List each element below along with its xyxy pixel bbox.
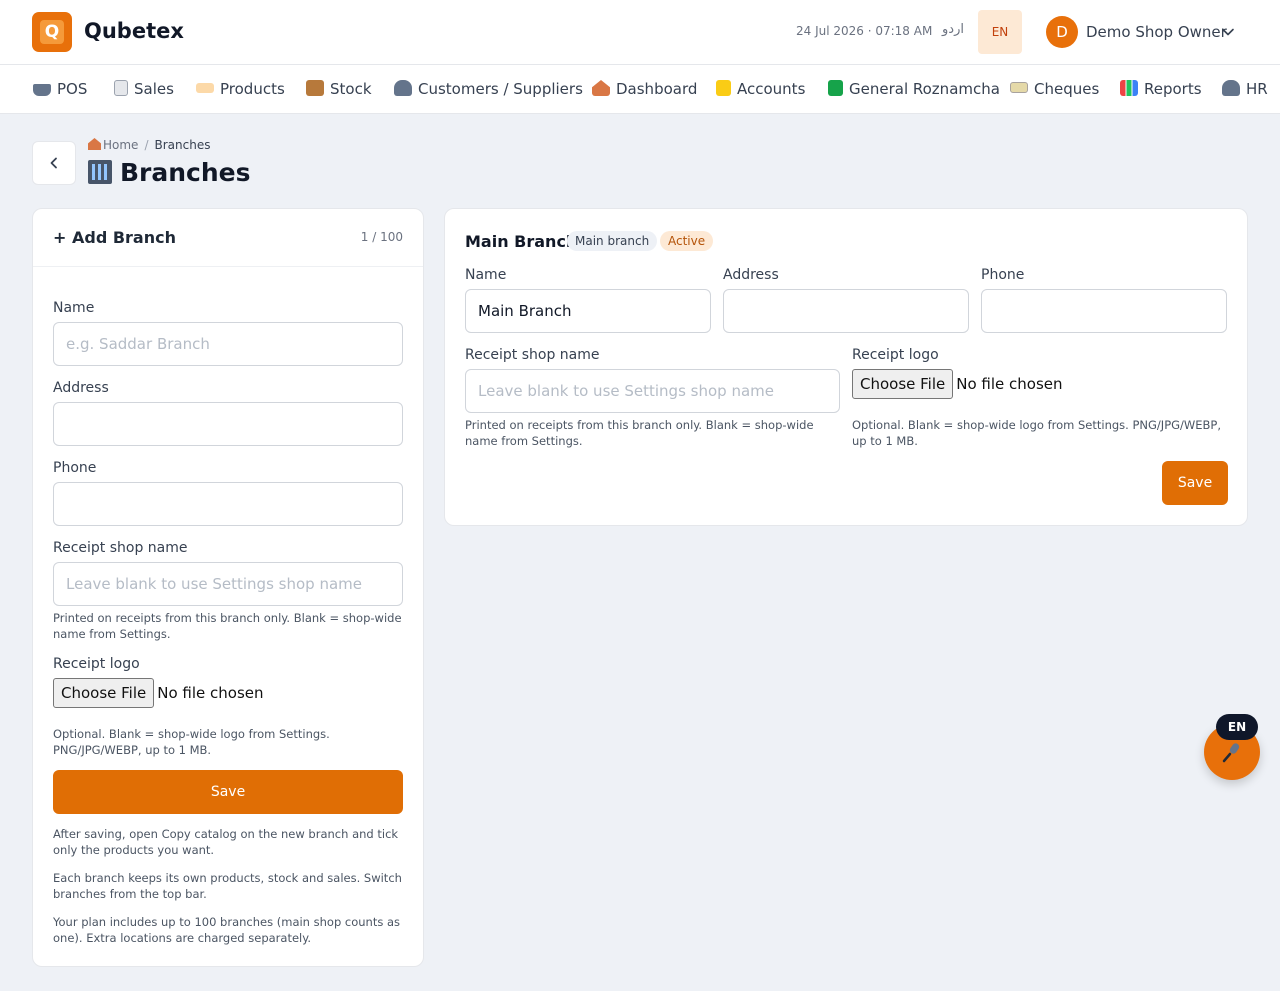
office-building-icon	[88, 160, 112, 184]
top-bar: Q Qubetex 24 Jul 2026 · 07:18 AM اردو EN…	[0, 0, 1280, 65]
avatar[interactable]: D	[1046, 16, 1078, 48]
nav-item-pos[interactable]: POS	[33, 80, 87, 98]
branch-phone-input[interactable]	[981, 289, 1227, 333]
add-branch-card: + Add Branch 1 / 100 Name Address Phone …	[32, 208, 424, 967]
people-icon	[1222, 80, 1240, 96]
user-menu-name[interactable]: Demo Shop Owner	[1086, 23, 1227, 41]
add-branch-title: + Add Branch	[53, 228, 176, 247]
add-branch-header: + Add Branch 1 / 100	[33, 209, 423, 267]
voice-language-badge[interactable]: EN	[1216, 714, 1258, 740]
receipt-logo-file-input[interactable]: Choose File No file chosen	[53, 678, 264, 708]
branch-receipt-shop-input[interactable]	[465, 369, 840, 413]
receipt-icon	[114, 80, 128, 96]
file-status: No file chosen	[157, 684, 264, 702]
new-branch-phone-input[interactable]	[53, 482, 403, 526]
receipt-shop-name-label: Receipt shop name	[53, 540, 188, 556]
page-title: Branches	[120, 158, 251, 187]
receipt-shop-help: Printed on receipts from this branch onl…	[465, 418, 814, 448]
ledger-icon	[716, 80, 731, 96]
receipt-logo-help: Optional. Blank = shop-wide logo from Se…	[852, 418, 1222, 448]
house-icon	[88, 138, 101, 150]
lang-urdu-button[interactable]: اردو	[942, 22, 964, 37]
nav-item-products[interactable]: Products	[196, 80, 285, 98]
app-name: Qubetex	[84, 19, 184, 43]
breadcrumb: Home / Branches	[88, 138, 210, 152]
branch-card-main: Main Branch Main branch Active Name Addr…	[444, 208, 1248, 526]
note-plan-limit: Your plan includes up to 100 branches (m…	[53, 915, 401, 945]
breadcrumb-home[interactable]: Home	[103, 138, 138, 152]
status-badge: Active	[660, 231, 714, 251]
main-nav: POS Sales Products Stock Customers / Sup…	[0, 65, 1280, 114]
note-branch-separation: Each branch keeps its own products, stoc…	[53, 871, 402, 901]
chevron-down-icon[interactable]	[1220, 24, 1236, 40]
cart-icon	[33, 84, 51, 96]
add-branch-save-button[interactable]: Save	[53, 770, 403, 814]
microphone-icon	[1222, 743, 1240, 763]
page-title-wrap: Branches	[88, 158, 251, 187]
choose-file-button[interactable]: Choose File	[852, 369, 954, 399]
nav-item-accounts[interactable]: Accounts	[716, 80, 805, 98]
phone-label: Phone	[981, 267, 1025, 283]
nav-item-hr[interactable]: HR	[1222, 80, 1268, 98]
address-label: Address	[723, 267, 779, 283]
tag-icon	[196, 83, 214, 93]
nav-item-reports[interactable]: Reports	[1120, 80, 1202, 98]
name-label: Name	[465, 267, 507, 283]
new-branch-name-input[interactable]	[53, 322, 403, 366]
app-logo[interactable]: Q	[32, 12, 72, 52]
branch-receipt-logo-file-input[interactable]: Choose File No file chosen	[852, 369, 1063, 399]
receipt-logo-label: Receipt logo	[53, 656, 140, 672]
house-icon	[592, 80, 610, 96]
branch-name-input[interactable]	[465, 289, 711, 333]
nav-item-dashboard[interactable]: Dashboard	[592, 80, 697, 98]
breadcrumb-separator: /	[144, 138, 149, 152]
note-copy-catalog: After saving, open Copy catalog on the n…	[53, 827, 399, 857]
choose-file-button[interactable]: Choose File	[53, 678, 155, 708]
nav-item-stock[interactable]: Stock	[306, 80, 372, 98]
green-book-icon	[828, 80, 843, 96]
bar-chart-icon	[1120, 80, 1138, 96]
box-icon	[306, 80, 324, 96]
branch-save-button[interactable]: Save	[1162, 461, 1228, 505]
address-label: Address	[53, 380, 109, 396]
new-branch-receipt-shop-input[interactable]	[53, 562, 403, 606]
people-icon	[394, 80, 412, 96]
cheque-icon	[1010, 82, 1028, 93]
receipt-logo-help: Optional. Blank = shop-wide logo from Se…	[53, 727, 330, 757]
branch-address-input[interactable]	[723, 289, 969, 333]
receipt-logo-label: Receipt logo	[852, 347, 939, 363]
current-datetime: 24 Jul 2026 · 07:18 AM	[796, 24, 933, 38]
breadcrumb-current: Branches	[154, 138, 211, 152]
receipt-shop-name-label: Receipt shop name	[465, 347, 600, 363]
branch-title: Main Branch	[465, 232, 578, 251]
receipt-shop-help: Printed on receipts from this branch onl…	[53, 611, 402, 641]
logo-letter: Q	[40, 20, 64, 44]
back-button[interactable]	[32, 141, 76, 185]
nav-item-cheques[interactable]: Cheques	[1010, 80, 1099, 98]
lang-english-button[interactable]: EN	[978, 10, 1022, 54]
branch-count: 1 / 100	[360, 230, 403, 244]
new-branch-address-input[interactable]	[53, 402, 403, 446]
nav-item-customers-suppliers[interactable]: Customers / Suppliers	[394, 80, 583, 98]
chevron-left-icon	[50, 157, 57, 169]
nav-item-general-roznamcha[interactable]: General Roznamcha	[828, 80, 1000, 98]
name-label: Name	[53, 300, 95, 316]
file-status: No file chosen	[956, 375, 1063, 393]
nav-item-sales[interactable]: Sales	[114, 80, 174, 98]
main-branch-badge: Main branch	[567, 231, 658, 251]
phone-label: Phone	[53, 460, 97, 476]
